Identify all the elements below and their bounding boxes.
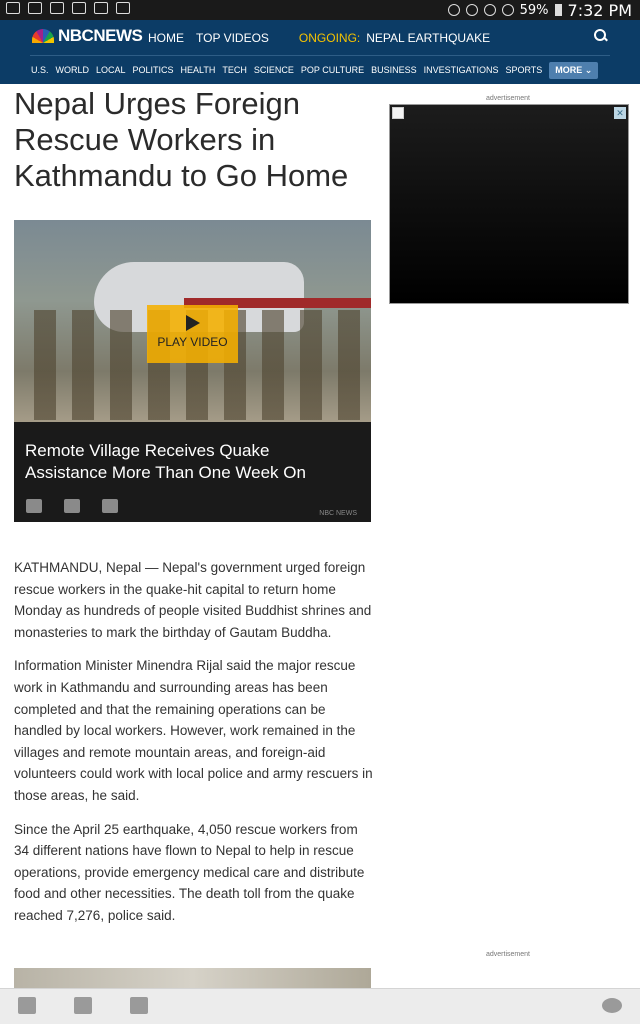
logo-text: NBCNEWS: [58, 26, 143, 45]
video-credit: NBC NEWS: [319, 510, 357, 517]
section-business[interactable]: BUSINESS: [371, 65, 417, 79]
notification-icons: [6, 2, 130, 14]
nav-top-videos[interactable]: TOP VIDEOS: [196, 31, 269, 45]
section-nav: U.S. WORLD LOCAL POLITICS HEALTH TECH SC…: [31, 62, 599, 79]
section-pop-culture[interactable]: POP CULTURE: [301, 65, 364, 79]
video-title[interactable]: Remote Village Receives Quake Assistance…: [25, 440, 355, 484]
more-button[interactable]: MORE ⌄: [549, 62, 599, 79]
comment-icon[interactable]: [602, 998, 622, 1013]
advertisement[interactable]: ✕: [389, 104, 629, 304]
section-investigations[interactable]: INVESTIGATIONS: [424, 65, 499, 79]
facebook-icon[interactable]: [26, 499, 42, 513]
play-video-button[interactable]: PLAY VIDEO: [147, 305, 238, 363]
section-health[interactable]: HEALTH: [181, 65, 216, 79]
battery-icon: [554, 4, 562, 16]
paragraph: Since the April 25 earthquake, 4,050 res…: [14, 821, 365, 923]
facebook-icon[interactable]: [18, 997, 36, 1014]
article-body: KATHMANDU, Nepal — Nepal's government ur…: [14, 557, 374, 939]
header-divider: [30, 55, 610, 56]
article-headline: Nepal Urges Foreign Rescue Workers in Ka…: [14, 86, 349, 193]
gmail-icon: [94, 2, 108, 14]
wifi-icon: [483, 4, 496, 16]
twitter-icon[interactable]: [74, 997, 92, 1014]
twitter-icon: [50, 2, 64, 14]
section-world[interactable]: WORLD: [56, 65, 90, 79]
section-tech[interactable]: TECH: [222, 65, 247, 79]
battery-percent: 59%: [519, 2, 549, 18]
nav-home[interactable]: HOME: [148, 31, 184, 45]
nbc-news-logo[interactable]: NBCNEWS: [32, 26, 143, 46]
bottom-share-bar: [0, 988, 640, 1024]
ad-choices-icon[interactable]: ✕: [614, 107, 626, 119]
ad-label: advertisement: [486, 95, 530, 102]
video-player[interactable]: PLAY VIDEO Remote Village Receives Quake…: [14, 220, 371, 522]
email-icon[interactable]: [102, 499, 118, 513]
twitter-icon[interactable]: [64, 499, 80, 513]
image-icon: [72, 2, 86, 14]
cast-icon: [28, 2, 42, 14]
section-local[interactable]: LOCAL: [96, 65, 126, 79]
mute-icon: [447, 4, 460, 16]
mail-icon: [6, 2, 20, 14]
email-icon[interactable]: [130, 997, 148, 1014]
alarm-icon: [465, 4, 478, 16]
section-sports[interactable]: SPORTS: [505, 65, 542, 79]
site-header: NBCNEWS HOME TOP VIDEOS ONGOING: NEPAL E…: [0, 20, 640, 84]
video-share-bar: [26, 499, 118, 513]
status-bar: 59% 7:32 PM: [0, 0, 640, 20]
play-icon: [185, 315, 200, 331]
article-image: [14, 968, 371, 988]
clock: 7:32 PM: [567, 0, 632, 20]
ongoing-story-link[interactable]: NEPAL EARTHQUAKE: [366, 31, 490, 45]
play-video-label: PLAY VIDEO: [157, 335, 228, 349]
search-icon[interactable]: [594, 29, 608, 43]
top-nav: HOME TOP VIDEOS ONGOING: NEPAL EARTHQUAK…: [148, 31, 490, 45]
signal-icon: [501, 4, 514, 16]
gallery-icon: [116, 2, 130, 14]
paragraph: KATHMANDU, Nepal — Nepal's government ur…: [14, 560, 372, 640]
peacock-icon: [32, 29, 54, 43]
paragraph: Information Minister Minendra Rijal said…: [14, 658, 373, 803]
video-thumbnail[interactable]: PLAY VIDEO: [14, 220, 371, 422]
broken-image-icon: [392, 107, 404, 119]
ad-label-2: advertisement: [486, 951, 530, 958]
section-politics[interactable]: POLITICS: [133, 65, 174, 79]
section-science[interactable]: SCIENCE: [254, 65, 294, 79]
section-us[interactable]: U.S.: [31, 65, 49, 79]
ongoing-label: ONGOING:: [298, 31, 361, 45]
